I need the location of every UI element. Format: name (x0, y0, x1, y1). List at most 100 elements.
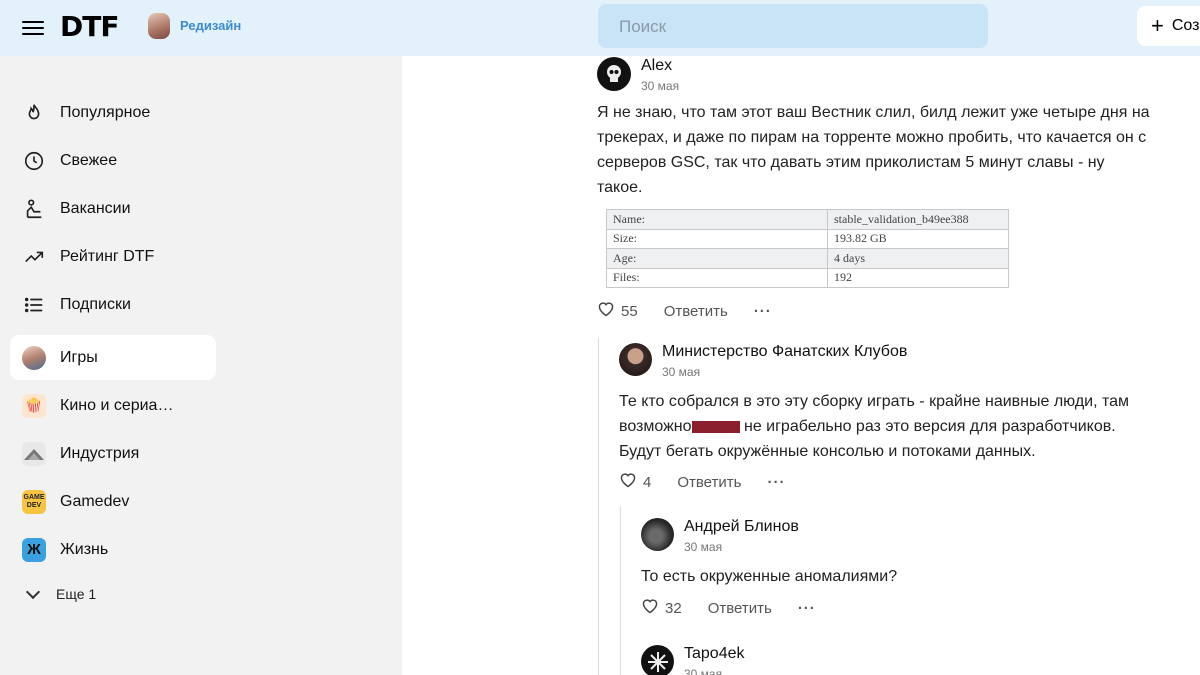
gamedev-icon: GAME DEV (22, 489, 46, 514)
comment-header: Андрей Блинов 30 мая (641, 518, 799, 554)
comment-author[interactable]: Министерство Фанатских Клубов (662, 343, 907, 361)
sidebar-item-movies[interactable]: 🍿 Кино и сериа… (10, 383, 216, 428)
comment-text-line: такое. (597, 179, 643, 196)
comment-author[interactable]: Alex (641, 57, 679, 75)
comment-header: Министерство Фанатских Клубов 30 мая (619, 343, 907, 379)
table-row: Age: 4 days (606, 248, 1009, 269)
avatar[interactable] (597, 57, 631, 91)
comment-actions: 55 Ответить ··· (597, 301, 772, 321)
sidebar-more-button[interactable]: Еще 1 (25, 584, 96, 602)
sidebar: Популярное Свежее Вакансии Рейтинг DTF П… (0, 56, 402, 675)
thread-line (620, 506, 621, 675)
table-cell: 4 days (827, 248, 1009, 269)
comment-text-line: Будут бегать окружённые консолью и поток… (619, 443, 1036, 460)
text-fragment: возможно (619, 418, 692, 435)
comment-header: Tapo4ek 30 мая (641, 645, 745, 675)
comment-header: Alex 30 мая (597, 57, 679, 93)
search-placeholder: Поиск (619, 17, 667, 36)
comment-text-line: трекерах, и даже по пирам на торренте мо… (597, 129, 1147, 146)
sidebar-item-label: Подписки (60, 295, 131, 313)
create-button-label: Соз (1171, 17, 1200, 34)
flame-icon (22, 101, 46, 125)
comment-date[interactable]: 30 мая (684, 667, 745, 675)
sidebar-item-label: Популярное (60, 103, 151, 121)
list-icon (22, 293, 46, 317)
sidebar-item-fresh[interactable]: Свежее (10, 138, 216, 183)
comment-text: Я не знаю, что там этот ваш Вестник слил… (597, 100, 1177, 200)
more-options-icon[interactable]: ··· (754, 303, 772, 320)
like-count: 55 (621, 302, 638, 320)
industry-icon (22, 441, 46, 466)
table-cell: 193.82 GB (827, 228, 1009, 249)
table-row: Size: 193.82 GB (606, 228, 1009, 249)
comment-actions: 4 Ответить ··· (619, 472, 785, 492)
comment-text-line: возможно не играбельно раз это версия дл… (619, 414, 1179, 439)
subsite-avatar[interactable] (148, 13, 170, 39)
more-options-icon[interactable]: ··· (767, 474, 785, 491)
sidebar-item-life[interactable]: Ж Жизнь (10, 527, 216, 572)
heart-icon[interactable] (619, 472, 637, 492)
sidebar-item-label: Gamedev (60, 492, 130, 510)
comment-text-line: Те кто собрался в это эту сборку играть … (619, 393, 1130, 410)
subsite-name-link[interactable]: Редизайн (180, 18, 241, 33)
sidebar-item-industry[interactable]: Индустрия (10, 431, 216, 476)
hamburger-menu-icon[interactable] (22, 17, 44, 39)
avatar[interactable] (641, 645, 674, 675)
sidebar-item-popular[interactable]: Популярное (10, 90, 216, 135)
comment-attachment-image[interactable]: Name: stable_validation_b49ee388 Size: 193… (606, 209, 1009, 288)
like-count: 4 (643, 473, 652, 491)
sidebar-item-label: Свежее (60, 151, 118, 169)
create-button[interactable]: + Соз (1137, 6, 1200, 46)
table-cell: Age: (606, 248, 828, 269)
table-cell: Files: (606, 267, 828, 288)
comment-text: Те кто собрался в это эту сборку играть … (619, 389, 1179, 464)
heart-icon[interactable] (641, 598, 659, 618)
table-cell: stable_validation_b49ee388 (827, 209, 1009, 230)
like-count: 32 (665, 599, 682, 617)
table-row: Files: 192 (606, 267, 1009, 288)
table-row: Name: stable_validation_b49ee388 (606, 209, 1009, 230)
comment-text-line: Я не знаю, что там этот ваш Вестник слил… (597, 104, 1150, 121)
reply-button[interactable]: Ответить (677, 474, 741, 491)
comment-text: То есть окруженные аномалиями? (641, 568, 898, 585)
popcorn-icon: 🍿 (22, 393, 46, 418)
comment-date[interactable]: 30 мая (684, 540, 799, 554)
comment-author[interactable]: Андрей Блинов (684, 518, 799, 536)
life-icon: Ж (22, 537, 46, 562)
table-cell: 192 (827, 267, 1009, 288)
games-avatar-icon (22, 345, 46, 370)
snowflake-icon (647, 651, 668, 672)
censor-bar (691, 420, 740, 433)
search-input[interactable]: Поиск (598, 4, 988, 48)
reply-button[interactable]: Ответить (664, 303, 728, 320)
sidebar-item-label: Индустрия (60, 444, 140, 462)
sidebar-item-gamedev[interactable]: GAME DEV Gamedev (10, 479, 216, 524)
comment-author[interactable]: Tapo4ek (684, 645, 745, 663)
sidebar-item-label: Кино и сериа… (60, 396, 174, 414)
sidebar-item-label: Игры (60, 348, 98, 366)
sidebar-item-rating[interactable]: Рейтинг DTF (10, 234, 216, 279)
comment-date[interactable]: 30 мая (662, 365, 907, 379)
sidebar-item-subscriptions[interactable]: Подписки (10, 282, 216, 327)
heart-icon[interactable] (597, 301, 615, 321)
sidebar-item-label: Жизнь (60, 540, 109, 558)
table-cell: Size: (606, 228, 828, 249)
reply-button[interactable]: Ответить (708, 600, 772, 617)
avatar[interactable] (641, 518, 674, 551)
table-cell: Name: (606, 209, 828, 230)
comment-date[interactable]: 30 мая (641, 79, 679, 93)
sidebar-item-label: Рейтинг DTF (60, 247, 155, 265)
top-header: DTF Редизайн Поиск + Соз (0, 0, 1200, 56)
plus-icon: + (1151, 13, 1164, 38)
avatar[interactable] (619, 343, 652, 376)
sidebar-item-jobs[interactable]: Вакансии (10, 186, 216, 231)
more-options-icon[interactable]: ··· (798, 600, 816, 617)
text-fragment: не играбельно раз это версия для разрабо… (739, 418, 1116, 435)
comment-actions: 32 Ответить ··· (641, 598, 816, 618)
skull-icon (607, 65, 621, 82)
site-logo[interactable]: DTF (60, 10, 119, 43)
trend-icon (22, 245, 46, 269)
person-desk-icon (22, 197, 46, 221)
thread-line (598, 338, 599, 675)
sidebar-item-games[interactable]: Игры (10, 335, 216, 380)
